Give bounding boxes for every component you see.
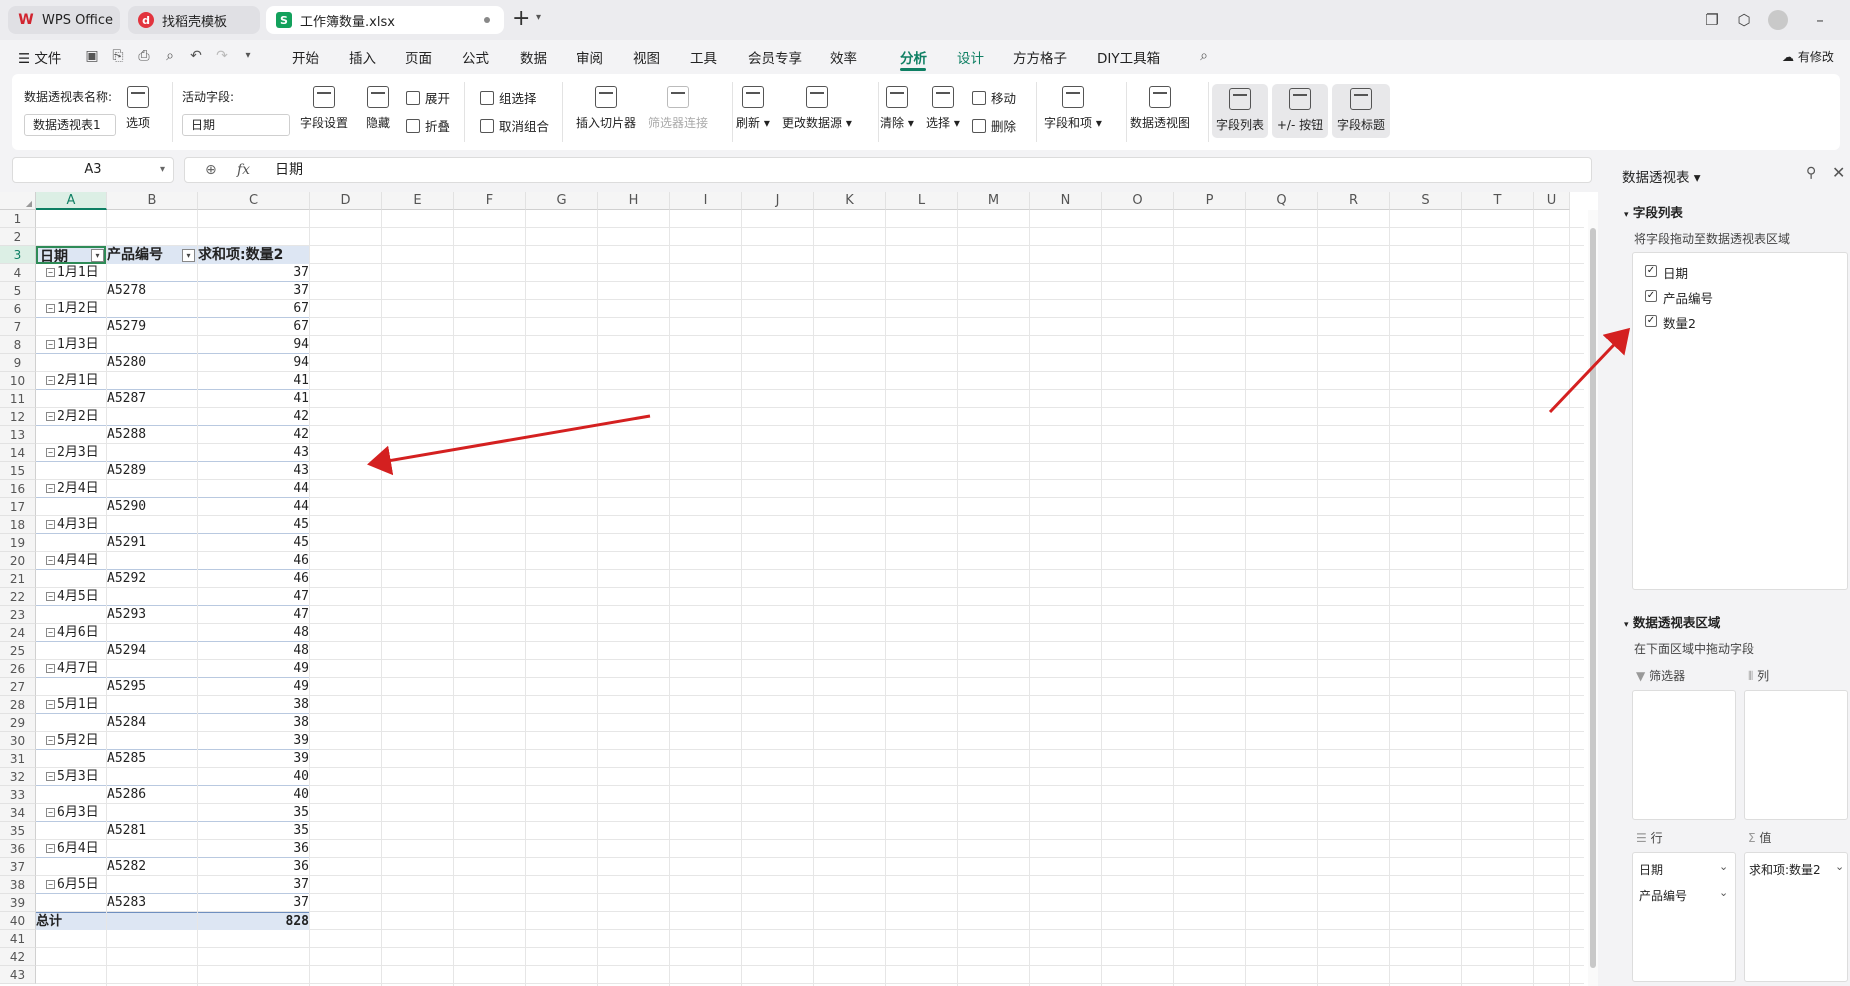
annotation-arrow-left xyxy=(367,414,651,476)
annotation-arrows xyxy=(367,327,1631,476)
annotation-arrow-up-right xyxy=(1548,327,1631,414)
